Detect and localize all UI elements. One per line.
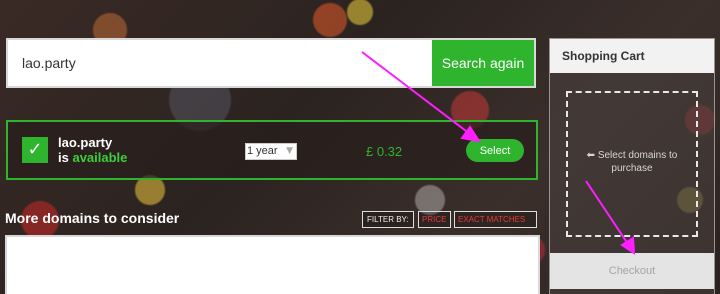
search-input[interactable] [22, 40, 422, 86]
shopping-cart-panel: Shopping Cart ⬅ Select domains to purcha… [549, 38, 715, 294]
domain-result-row: ✓ lao.party is available 1 year ▼ £ 0.32… [6, 120, 538, 180]
search-box: Search again [6, 38, 536, 88]
check-icon: ✓ [22, 137, 48, 163]
cart-hint: ⬅ Select domains to purchase [568, 149, 696, 175]
cart-title: Shopping Cart [550, 39, 714, 73]
term-value: 1 year [247, 145, 278, 157]
chevron-down-icon: ▼ [286, 146, 293, 156]
status-prefix: is [58, 150, 69, 165]
result-domain-name: lao.party [58, 135, 113, 150]
availability-status: is available [58, 150, 127, 165]
select-domain-button[interactable]: Select [466, 139, 524, 162]
price-label: £ 0.32 [366, 144, 403, 159]
more-domains-title: More domains to consider [5, 210, 180, 226]
search-again-button[interactable]: Search again [432, 40, 534, 86]
arrow-left-icon: ⬅ [586, 150, 596, 161]
checkout-button[interactable]: Checkout [550, 253, 714, 289]
more-domains-list [5, 235, 540, 294]
cart-drop-zone: ⬅ Select domains to purchase [566, 91, 698, 237]
filter-exact-matches-button[interactable]: EXACT MATCHES [454, 211, 537, 228]
status-word: available [72, 150, 128, 165]
filter-price-button[interactable]: PRICE [418, 211, 451, 228]
filter-by-label: FILTER BY: [362, 211, 414, 228]
term-select[interactable]: 1 year ▼ [245, 143, 297, 160]
cart-hint-text: Select domains to purchase [597, 150, 678, 174]
